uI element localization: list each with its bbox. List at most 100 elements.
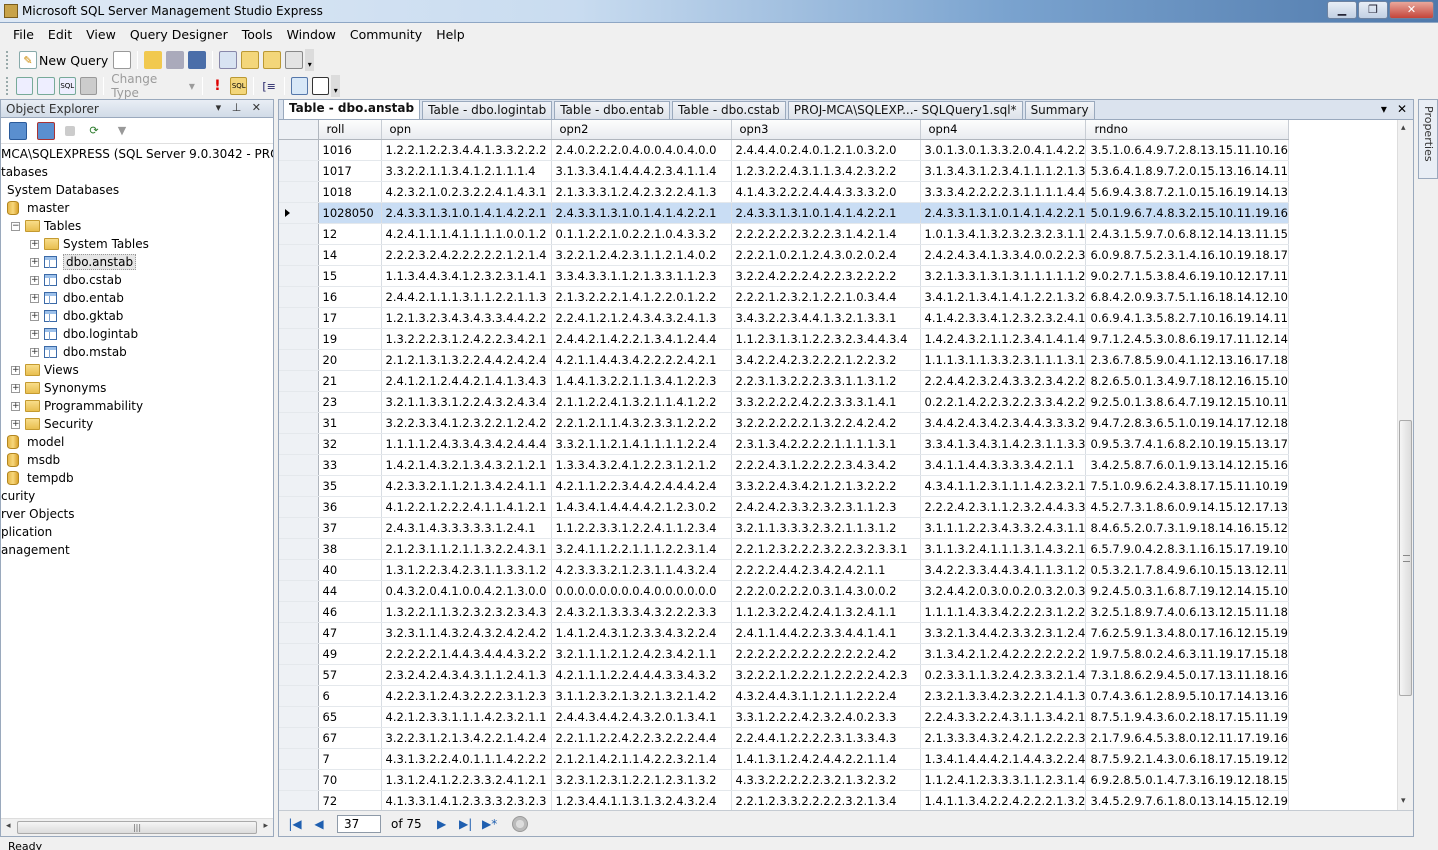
document-tab[interactable]: Table - dbo.entab	[554, 101, 671, 119]
tree-node[interactable]: model	[7, 433, 64, 451]
menu-query-designer[interactable]: Query Designer	[123, 23, 235, 46]
cell-opn4[interactable]: 3.4.1.1.4.4.3.3.3.3.4.2.1.1	[920, 454, 1087, 476]
row-selector[interactable]	[279, 496, 319, 518]
cell-opn2[interactable]: 2.2.4.1.2.1.2.4.3.4.3.2.4.1.3	[551, 307, 732, 329]
cell-opn3[interactable]: 2.2.2.2.2.2.3.2.2.3.1.4.2.1.4	[731, 223, 921, 245]
template-explorer-icon[interactable]	[263, 51, 282, 69]
verify-sql-icon[interactable]: SQL	[230, 77, 248, 95]
cell-rndno[interactable]: 2.4.3.1.5.9.7.0.6.8.12.14.13.11.15	[1085, 223, 1289, 245]
row-selector[interactable]	[279, 643, 319, 665]
cell-rndno[interactable]: 7.6.2.5.9.1.3.4.8.0.17.16.12.15.19	[1085, 622, 1289, 644]
cell-opn[interactable]: 4.2.4.1.1.1.4.1.1.1.1.0.0.1.2	[381, 223, 552, 245]
scroll-down-icon[interactable]: ▾	[1401, 796, 1406, 806]
cell-roll[interactable]: 70	[318, 769, 382, 791]
cell-roll[interactable]: 1017	[318, 160, 382, 182]
cell-opn4[interactable]: 0.2.3.3.1.1.3.2.4.2.3.3.2.1.4	[920, 664, 1087, 686]
cell-opn[interactable]: 4.2.2.3.1.2.4.3.2.2.2.3.1.2.3	[381, 685, 552, 707]
cell-roll[interactable]: 40	[318, 559, 382, 581]
cell-opn3[interactable]: 3.3.2.2.2.2.4.2.2.3.3.3.1.4.1	[731, 391, 921, 413]
table-row[interactable]: 16 2.4.4.2.1.1.1.3.1.1.2.2.1.1.3 2.1.3.2.2…	[279, 286, 1289, 308]
cell-roll[interactable]: 57	[318, 664, 382, 686]
cell-opn2[interactable]: 2.1.1.2.2.4.1.3.2.1.1.4.1.2.2	[551, 391, 732, 413]
cell-opn4[interactable]: 2.3.2.1.3.3.4.2.3.2.2.1.4.1.3	[920, 685, 1087, 707]
cell-rndno[interactable]: 0.7.4.3.6.1.2.8.9.5.10.17.14.13.16	[1085, 685, 1289, 707]
cell-roll[interactable]: 1028050	[318, 202, 382, 224]
tree-node[interactable]: + Security	[11, 415, 93, 433]
cell-opn3[interactable]: 2.4.3.3.1.3.1.0.1.4.1.4.2.2.1	[731, 202, 921, 224]
cell-opn2[interactable]: 1.1.2.2.3.3.1.2.2.4.1.1.2.3.4	[551, 517, 732, 539]
cell-rndno[interactable]: 3.4.2.5.8.7.6.0.1.9.13.14.12.15.16	[1085, 454, 1289, 476]
cell-opn4[interactable]: 3.0.1.3.0.1.3.3.2.0.4.1.4.2.2	[920, 139, 1087, 161]
cell-roll[interactable]: 46	[318, 601, 382, 623]
column-header-opn3[interactable]: opn3	[731, 120, 921, 140]
cell-opn2[interactable]: 2.1.3.2.2.2.1.4.1.2.2.0.1.2.2	[551, 286, 732, 308]
cell-opn[interactable]: 2.4.1.2.1.2.4.4.2.1.4.1.3.4.3	[381, 370, 552, 392]
cell-opn4[interactable]: 3.4.1.2.1.3.4.1.4.1.2.2.1.3.2	[920, 286, 1087, 308]
new-query-button[interactable]: ✎ New Query	[14, 50, 111, 70]
cell-opn3[interactable]: 2.2.2.1.0.2.1.2.4.3.0.2.0.2.4	[731, 244, 921, 266]
cell-opn3[interactable]: 4.1.4.3.2.2.2.4.4.4.3.3.3.2.0	[731, 181, 921, 203]
cell-rndno[interactable]: 0.6.9.4.1.3.5.8.2.7.10.16.19.14.11	[1085, 307, 1289, 329]
cell-opn3[interactable]: 1.2.3.2.2.4.3.1.1.3.4.2.3.2.2	[731, 160, 921, 182]
cell-opn4[interactable]: 2.2.4.4.2.3.2.4.3.3.2.3.4.2.2	[920, 370, 1087, 392]
cell-opn[interactable]: 0.4.3.2.0.4.1.0.0.4.2.1.3.0.0	[381, 580, 552, 602]
table-row[interactable]: 67 3.2.2.3.1.2.1.3.4.2.2.1.4.2.4 2.2.1.1.2…	[279, 727, 1289, 749]
scroll-right-icon[interactable]: ▸	[263, 821, 268, 831]
cell-opn4[interactable]: 3.3.4.1.3.4.3.1.4.2.3.1.1.3.3	[920, 433, 1087, 455]
cell-opn3[interactable]: 2.2.2.4.3.1.2.2.2.2.3.4.3.4.2	[731, 454, 921, 476]
cell-opn[interactable]: 2.3.2.4.2.4.3.4.3.1.1.2.4.1.3	[381, 664, 552, 686]
cell-roll[interactable]: 20	[318, 349, 382, 371]
tree-node[interactable]: msdb	[7, 451, 60, 469]
table-row[interactable]: 32 1.1.1.1.2.4.3.3.4.3.4.2.4.4.4 3.3.2.1.1…	[279, 433, 1289, 455]
cell-opn[interactable]: 4.2.1.2.3.3.1.1.1.4.2.3.2.1.1	[381, 706, 552, 728]
document-tab[interactable]: PROJ-MCA\SQLEXP...- SQLQuery1.sql*	[787, 101, 1023, 119]
cell-opn3[interactable]: 2.4.1.1.4.4.2.2.3.3.4.4.1.4.1	[731, 622, 921, 644]
expand-icon[interactable]: +	[11, 383, 20, 393]
row-selector[interactable]	[279, 685, 319, 707]
cell-roll[interactable]: 12	[318, 223, 382, 245]
row-selector[interactable]	[279, 601, 319, 623]
cell-rndno[interactable]: 3.4.5.2.9.7.6.1.8.0.13.14.15.12.19	[1085, 790, 1289, 812]
cell-opn2[interactable]: 2.2.1.1.2.2.4.2.2.3.2.2.2.4.4	[551, 727, 732, 749]
menu-tools[interactable]: Tools	[235, 23, 280, 46]
row-selector[interactable]	[279, 706, 319, 728]
cell-opn[interactable]: 4.2.3.3.2.1.1.2.1.3.4.2.4.1.1	[381, 475, 552, 497]
row-selector[interactable]	[279, 307, 319, 329]
menu-file[interactable]: File	[6, 23, 41, 46]
cell-opn4[interactable]: 3.3.3.4.2.2.2.2.3.1.1.1.1.4.4	[920, 181, 1087, 203]
cell-roll[interactable]: 65	[318, 706, 382, 728]
expand-icon[interactable]: +	[30, 311, 39, 321]
close-panel-icon[interactable]: ✕	[252, 101, 261, 114]
row-selector[interactable]	[279, 559, 319, 581]
cell-opn2[interactable]: 3.1.3.3.4.1.4.4.4.2.3.4.1.1.4	[551, 160, 732, 182]
table-row[interactable]: 1017 3.3.2.2.1.1.3.4.1.2.1.1.1.4 3.1.3.3.4…	[279, 160, 1289, 182]
cell-opn2[interactable]: 3.2.4.1.1.2.2.1.1.1.2.2.3.1.4	[551, 538, 732, 560]
cell-opn2[interactable]: 1.4.1.2.4.3.1.2.3.3.4.3.2.2.4	[551, 622, 732, 644]
cell-opn[interactable]: 3.3.2.2.1.1.3.4.1.2.1.1.1.4	[381, 160, 552, 182]
cell-opn3[interactable]: 2.2.2.2.2.2.2.2.2.2.2.2.2.4.2	[731, 643, 921, 665]
cell-opn4[interactable]: 2.2.4.3.3.2.2.4.3.1.1.3.4.2.1	[920, 706, 1087, 728]
row-selector[interactable]	[279, 349, 319, 371]
row-selector[interactable]	[279, 475, 319, 497]
tree-node[interactable]: tabases	[1, 163, 48, 181]
cell-opn[interactable]: 2.2.2.3.2.4.2.2.2.2.2.1.2.1.4	[381, 244, 552, 266]
cell-rndno[interactable]: 7.3.1.8.6.2.9.4.5.0.17.13.11.18.16	[1085, 664, 1289, 686]
cell-rndno[interactable]: 9.7.1.2.4.5.3.0.8.6.19.17.11.12.14	[1085, 328, 1289, 350]
table-row[interactable]: 15 1.1.3.4.4.3.4.1.2.3.2.3.1.4.1 3.3.4.3.3…	[279, 265, 1289, 287]
cell-opn3[interactable]: 4.3.2.4.4.3.1.1.2.1.1.2.2.2.4	[731, 685, 921, 707]
column-header-rndno[interactable]: rndno	[1085, 120, 1289, 140]
menu-window[interactable]: Window	[280, 23, 343, 46]
table-row[interactable]: 1016 1.2.2.1.2.2.3.4.4.1.3.3.2.2.2 2.4.0.2…	[279, 139, 1289, 161]
cell-opn[interactable]: 1.2.1.3.2.3.4.3.4.3.3.4.4.2.2	[381, 307, 552, 329]
row-selector[interactable]	[279, 391, 319, 413]
row-selector[interactable]	[279, 244, 319, 266]
row-selector[interactable]	[279, 370, 319, 392]
tree-node[interactable]: System Databases	[7, 181, 119, 199]
cell-roll[interactable]: 72	[318, 790, 382, 812]
document-tab[interactable]: Table - dbo.cstab	[672, 101, 786, 119]
table-row[interactable]: 19 1.3.2.2.2.3.1.2.4.2.2.3.4.2.1 2.4.4.2.1…	[279, 328, 1289, 350]
row-selector[interactable]	[279, 181, 319, 203]
properties-window-icon[interactable]	[285, 51, 304, 69]
change-type-dropdown[interactable]: Change Type ▾	[108, 72, 198, 100]
cell-rndno[interactable]: 0.5.3.2.1.7.8.4.9.6.10.15.13.12.11	[1085, 559, 1289, 581]
